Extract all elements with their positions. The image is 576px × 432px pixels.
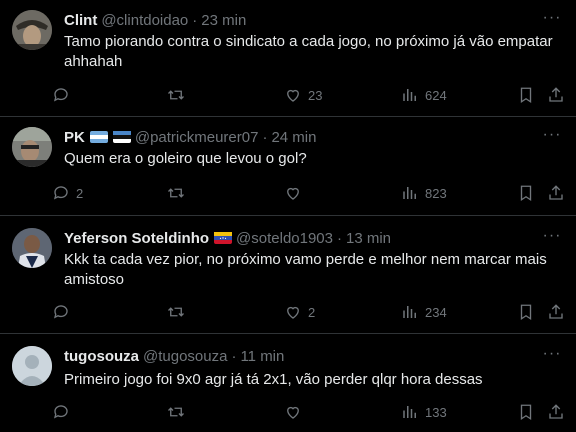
reply-icon (53, 405, 68, 419)
author-handle[interactable]: @patrickmeurer07 (135, 129, 259, 146)
share-button[interactable] (547, 302, 565, 322)
views-button[interactable]: 234 (401, 302, 447, 322)
flag-venezuela-icon (214, 232, 233, 244)
tweet-header: PK @patrickmeurer07 · 24 min (64, 127, 536, 147)
reply-icon (53, 88, 68, 102)
author-name[interactable]: tugosouza (64, 348, 139, 365)
share-button[interactable] (547, 183, 565, 203)
tweet-header: tugosouza @tugosouza · 11 min (64, 346, 536, 366)
author-handle[interactable]: @tugosouza (143, 348, 227, 365)
timestamp[interactable]: 11 min (240, 348, 284, 365)
retweet-icon (168, 188, 184, 198)
separator: · (231, 347, 237, 365)
tweet-text: Quem era o goleiro que levou o gol? (64, 150, 307, 167)
flag-argentina-icon (89, 131, 108, 143)
timestamp[interactable]: 23 min (201, 12, 246, 29)
bookmark-icon (520, 404, 532, 421)
share-icon (549, 87, 563, 102)
share-icon (549, 304, 563, 319)
view-count: 823 (425, 185, 447, 201)
tweet-text: Tamo piorando contra o sindicato a cada … (64, 33, 553, 70)
tweet-actions: 23 624 (50, 85, 564, 105)
view-count: 624 (425, 87, 447, 103)
reply-button[interactable] (52, 302, 76, 322)
bookmark-button[interactable] (517, 302, 535, 322)
avatar[interactable] (12, 346, 52, 386)
like-icon (287, 187, 299, 200)
more-options-button[interactable]: ··· (542, 127, 562, 149)
separator: · (337, 229, 342, 247)
more-options-button[interactable]: ··· (542, 228, 562, 250)
tweet-actions: 133 (50, 402, 564, 422)
retweet-button[interactable] (167, 402, 191, 422)
avatar[interactable] (12, 127, 52, 167)
reply-button[interactable] (52, 85, 76, 105)
views-button[interactable]: 823 (401, 183, 447, 203)
author-handle[interactable]: @soteldo1903 (236, 230, 333, 247)
view-count: 133 (425, 404, 447, 420)
like-count: 2 (308, 304, 316, 320)
reply-tweet[interactable]: Clint @clintdoidao · 23 min ··· Tamo pio… (0, 0, 576, 117)
like-icon (287, 406, 299, 419)
reply-count: 2 (76, 185, 84, 201)
timestamp[interactable]: 13 min (346, 230, 391, 247)
views-button[interactable]: 133 (401, 402, 447, 422)
views-icon (403, 187, 416, 199)
retweet-icon (168, 90, 184, 100)
share-icon (549, 404, 563, 419)
flag-estonia-icon (112, 131, 131, 143)
reply-tweet[interactable]: Yeferson Soteldinho @soteldo1903 · 13 mi… (0, 216, 576, 334)
like-button[interactable] (284, 183, 308, 203)
retweet-button[interactable] (167, 302, 191, 322)
tweet-header: Yeferson Soteldinho @soteldo1903 · 13 mi… (64, 228, 536, 248)
bookmark-button[interactable] (517, 85, 535, 105)
views-icon (403, 89, 416, 101)
reply-tweet[interactable]: PK @patrickmeurer07 · 24 min ··· Quem er… (0, 117, 576, 216)
reply-tweet[interactable]: tugosouza @tugosouza · 11 min ··· Primei… (0, 334, 576, 432)
more-options-button[interactable]: ··· (542, 10, 562, 32)
like-button[interactable]: 2 (284, 302, 315, 322)
like-button[interactable]: 23 (284, 85, 322, 105)
like-button[interactable] (284, 402, 308, 422)
retweet-icon (168, 407, 184, 417)
like-icon (287, 89, 299, 102)
reply-icon (53, 186, 68, 200)
views-icon (403, 406, 416, 418)
retweet-button[interactable] (167, 183, 191, 203)
bookmark-icon (520, 304, 532, 321)
avatar[interactable] (12, 228, 52, 268)
tweet-actions: 2 823 (50, 183, 564, 203)
more-options-button[interactable]: ··· (542, 346, 562, 368)
retweet-button[interactable] (167, 85, 191, 105)
bookmark-button[interactable] (517, 402, 535, 422)
bookmark-button[interactable] (517, 183, 535, 203)
tweet-actions: 2 234 (50, 302, 564, 322)
author-name[interactable]: Clint (64, 12, 97, 29)
share-button[interactable] (547, 85, 565, 105)
bookmark-icon (520, 87, 532, 104)
reply-icon (53, 305, 68, 319)
separator: · (192, 11, 198, 29)
share-button[interactable] (547, 402, 565, 422)
like-count: 23 (308, 87, 323, 103)
timestamp[interactable]: 24 min (271, 129, 316, 146)
views-icon (403, 306, 416, 318)
like-icon (287, 306, 299, 319)
share-icon (549, 185, 563, 200)
author-name[interactable]: PK (64, 129, 85, 146)
author-handle[interactable]: @clintdoidao (101, 12, 188, 29)
view-count: 234 (425, 304, 447, 320)
views-button[interactable]: 624 (401, 85, 447, 105)
retweet-icon (168, 307, 184, 317)
separator: · (262, 128, 268, 146)
author-name[interactable]: Yeferson Soteldinho (64, 230, 209, 247)
tweet-text: Kkk ta cada vez pior, no próximo vamo pe… (64, 251, 547, 288)
bookmark-icon (520, 185, 532, 202)
tweet-header: Clint @clintdoidao · 23 min (64, 10, 536, 30)
tweet-text: Primeiro jogo foi 9x0 agr já tá 2x1, vão… (64, 371, 483, 388)
reply-button[interactable]: 2 (52, 183, 83, 203)
avatar[interactable] (12, 10, 52, 50)
reply-button[interactable] (52, 402, 76, 422)
